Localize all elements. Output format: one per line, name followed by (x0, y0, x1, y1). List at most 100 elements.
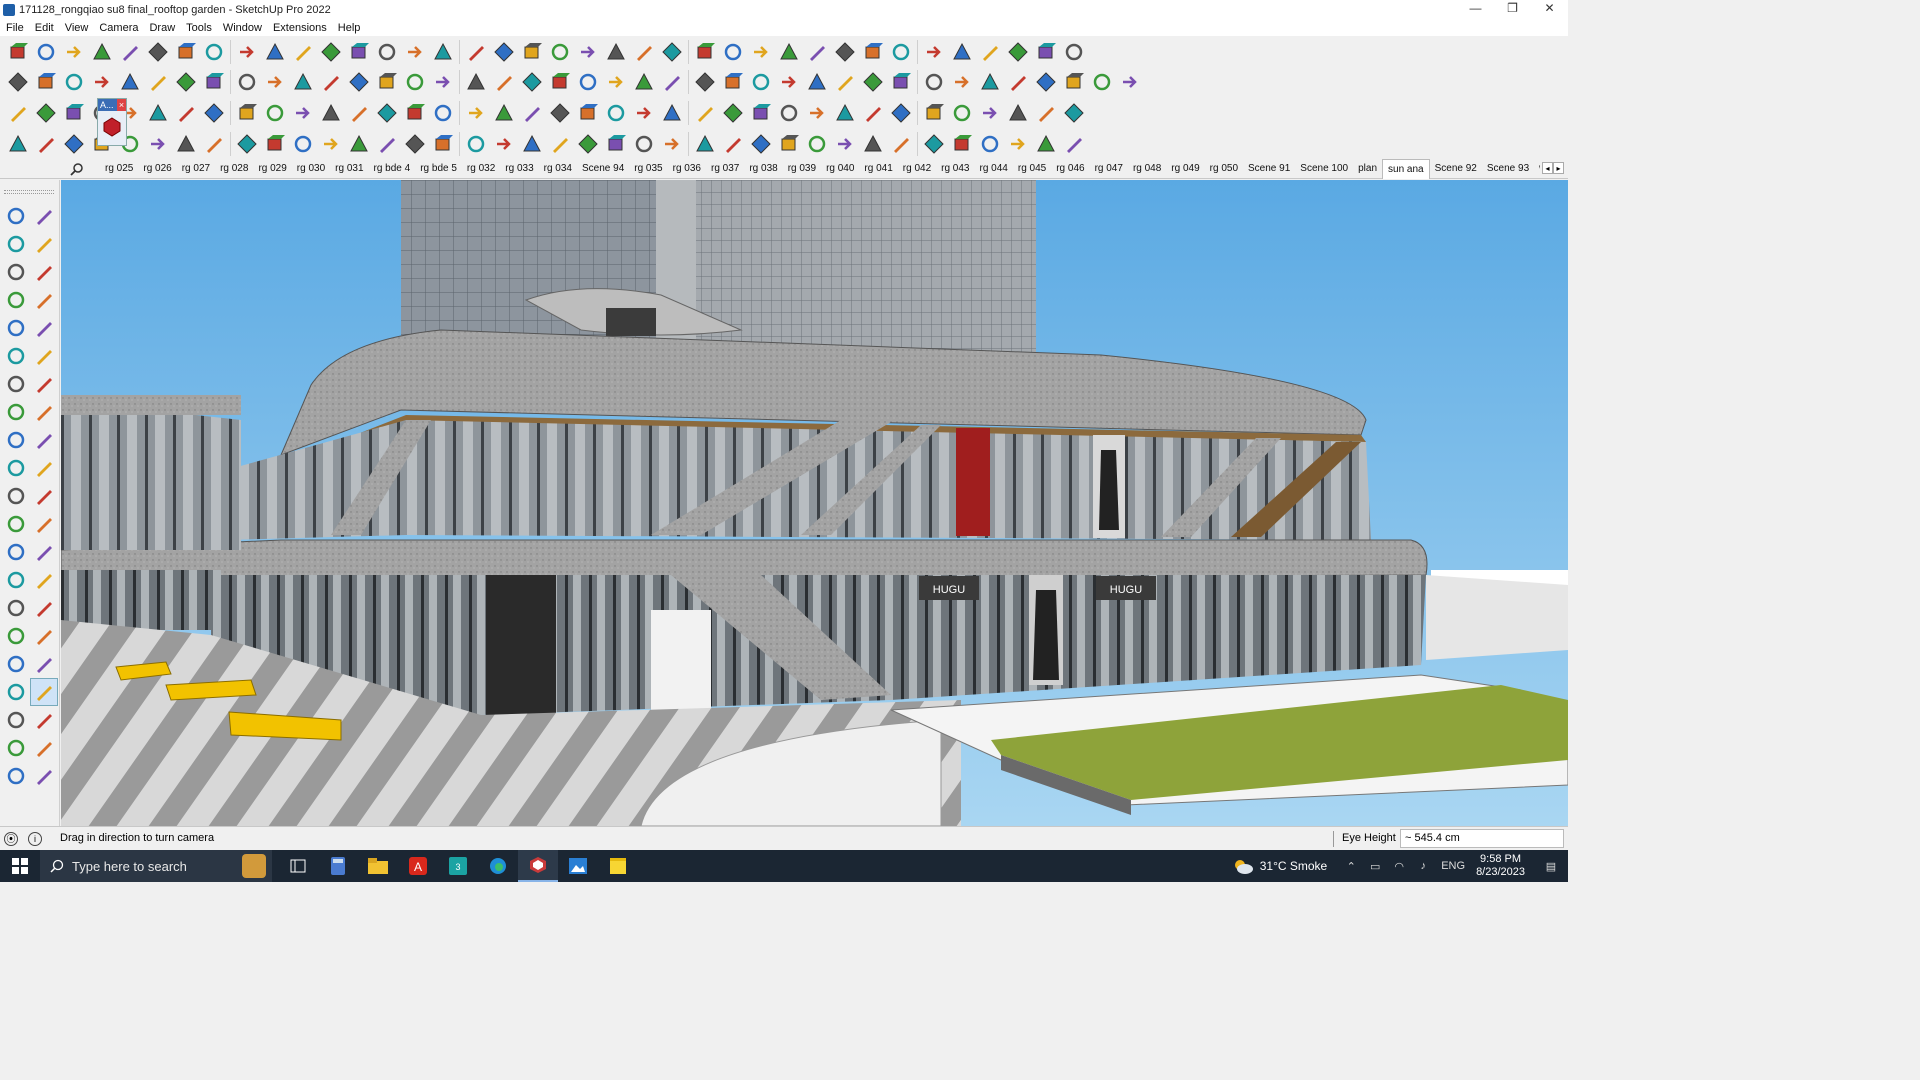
circle-icon[interactable] (2, 342, 30, 370)
notification-icon[interactable]: ▤ (1542, 860, 1560, 873)
menu-camera[interactable]: Camera (99, 22, 138, 34)
menu-file[interactable]: File (6, 22, 24, 34)
move-icon[interactable] (831, 68, 859, 96)
eraser-icon[interactable] (60, 38, 88, 66)
rectangle-icon[interactable] (2, 314, 30, 342)
rotate-icon[interactable] (2, 454, 30, 482)
pan-icon[interactable] (1004, 68, 1032, 96)
camera-icon[interactable] (775, 38, 803, 66)
paint-icon[interactable] (1004, 38, 1032, 66)
scene-tab[interactable]: rg 041 (859, 158, 897, 179)
circle-icon[interactable] (1060, 99, 1088, 127)
position-camera-icon[interactable] (2, 678, 30, 706)
weather-widget[interactable]: 31°C Smoke (1232, 858, 1327, 874)
polygon-icon[interactable] (32, 130, 60, 158)
rotate-icon[interactable] (658, 99, 686, 127)
tray-chevron-icon[interactable]: ⌃ (1342, 860, 1360, 873)
tape-icon[interactable] (920, 68, 948, 96)
zoom-extents-icon[interactable] (2, 650, 30, 678)
zoom-icon[interactable] (462, 99, 490, 127)
polygon-icon[interactable] (887, 130, 915, 158)
offset-icon[interactable] (144, 99, 172, 127)
rectangle-icon[interactable] (920, 130, 948, 158)
polygon-icon[interactable] (30, 342, 58, 370)
eraser-icon[interactable] (920, 38, 948, 66)
section-icon[interactable] (401, 38, 429, 66)
scene-tab[interactable]: rg 049 (1166, 158, 1204, 179)
sandbox-icon[interactable] (429, 99, 457, 127)
task-view-button[interactable] (278, 850, 318, 882)
rectangle-icon[interactable] (658, 38, 686, 66)
floating-toolbar[interactable]: A... × (97, 98, 127, 146)
pencil-icon[interactable] (345, 130, 373, 158)
intersect-icon[interactable] (317, 99, 345, 127)
floating-toolbar-close-icon[interactable]: × (117, 99, 126, 111)
layer-icon[interactable] (1088, 68, 1116, 96)
intersect-icon[interactable] (719, 38, 747, 66)
extension-icon[interactable] (30, 734, 58, 762)
tape-icon[interactable] (719, 99, 747, 127)
follow-me-icon[interactable] (691, 38, 719, 66)
shape-icon[interactable] (116, 38, 144, 66)
acrobat-button[interactable]: A (398, 850, 438, 882)
solid-icon[interactable] (546, 68, 574, 96)
language-indicator[interactable]: ENG (1441, 860, 1465, 872)
section-icon[interactable] (859, 99, 887, 127)
menu-edit[interactable]: Edit (35, 22, 54, 34)
component-icon[interactable] (261, 68, 289, 96)
freehand-icon[interactable] (30, 286, 58, 314)
select-icon[interactable] (2, 202, 30, 230)
restore-button[interactable]: ❐ (1494, 0, 1531, 19)
circle-icon[interactable] (859, 130, 887, 158)
rotate-icon[interactable] (4, 68, 32, 96)
scene-tab[interactable]: rg 042 (898, 158, 936, 179)
scale-icon[interactable] (2, 482, 30, 510)
offset-icon[interactable] (1004, 99, 1032, 127)
component-icon[interactable] (60, 99, 88, 127)
paint-bucket-icon[interactable] (2, 230, 30, 258)
scene-tab[interactable]: plan (1353, 158, 1382, 179)
pan-icon[interactable] (345, 38, 373, 66)
push-pull-icon[interactable] (317, 68, 345, 96)
orbit-icon[interactable] (317, 38, 345, 66)
layer-icon[interactable] (429, 38, 457, 66)
menu-tools[interactable]: Tools (186, 22, 212, 34)
app-3dsmax-button[interactable]: 3 (438, 850, 478, 882)
scene-tab[interactable]: rg 025 (100, 158, 138, 179)
rotate-icon[interactable] (859, 68, 887, 96)
rotate-icon[interactable] (1060, 38, 1088, 66)
scene-tab[interactable]: rg 037 (706, 158, 744, 179)
menu-help[interactable]: Help (338, 22, 361, 34)
solid-icon[interactable] (1004, 130, 1032, 158)
text-icon[interactable] (88, 68, 116, 96)
scene-tab[interactable]: rg 045 (1013, 158, 1051, 179)
scene-tab[interactable]: rg 028 (215, 158, 253, 179)
arc-icon[interactable] (373, 68, 401, 96)
scene-tab[interactable]: rg 031 (330, 158, 368, 179)
circle-icon[interactable] (401, 68, 429, 96)
scene-tab[interactable]: rg 048 (1128, 158, 1166, 179)
offset-icon[interactable] (546, 38, 574, 66)
scene-tab[interactable]: rg 039 (783, 158, 821, 179)
scene-tab[interactable]: Scene 92 (1430, 158, 1482, 179)
push-pull-icon[interactable] (30, 426, 58, 454)
shape-icon[interactable] (373, 130, 401, 158)
component-icon[interactable] (1116, 68, 1144, 96)
sticky-notes-button[interactable] (598, 850, 638, 882)
scene-tab[interactable]: rg 044 (975, 158, 1013, 179)
component-icon[interactable] (719, 130, 747, 158)
toolbar-grip[interactable] (4, 190, 54, 194)
intersect-icon[interactable] (518, 68, 546, 96)
look-around-icon[interactable] (30, 678, 58, 706)
polygon-icon[interactable] (630, 38, 658, 66)
scene-tab-next-button[interactable]: ▸ (1553, 162, 1564, 174)
scene-tab[interactable]: rg bde 5 (415, 158, 462, 179)
text-icon[interactable] (948, 68, 976, 96)
photos-button[interactable] (558, 850, 598, 882)
tape-icon[interactable] (60, 68, 88, 96)
paint-icon[interactable] (803, 68, 831, 96)
follow-me-icon[interactable] (948, 130, 976, 158)
move-icon[interactable] (172, 38, 200, 66)
circle-icon[interactable] (602, 38, 630, 66)
polygon-icon[interactable] (233, 99, 261, 127)
